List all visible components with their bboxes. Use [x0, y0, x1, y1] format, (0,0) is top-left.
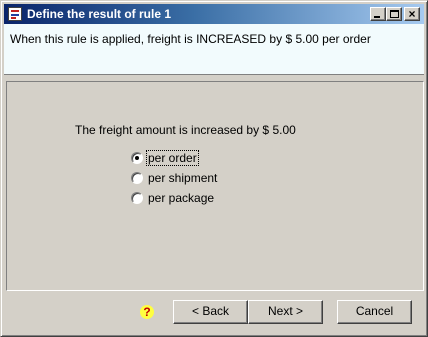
- radio-label[interactable]: per order: [146, 150, 199, 166]
- minimize-icon: [374, 16, 380, 18]
- maximize-icon: [390, 10, 399, 18]
- window-title: Define the result of rule 1: [27, 7, 172, 21]
- options-group: [6, 81, 424, 291]
- back-button[interactable]: < Back: [173, 300, 248, 324]
- radio-selected-dot: [135, 156, 139, 160]
- rule-document-icon: [8, 7, 22, 21]
- minimize-button[interactable]: [370, 7, 386, 21]
- title-bar[interactable]: Define the result of rule 1 ×: [4, 4, 424, 24]
- radio-label[interactable]: per shipment: [148, 171, 217, 185]
- close-button[interactable]: ×: [404, 7, 420, 21]
- close-icon: ×: [408, 7, 416, 21]
- dialog-window: Define the result of rule 1 × When this …: [0, 0, 428, 337]
- radio-button[interactable]: [131, 172, 143, 184]
- amount-label: The freight amount is increased by $ 5.0…: [75, 123, 296, 137]
- next-button[interactable]: Next >: [248, 300, 323, 324]
- rule-summary-panel: When this rule is applied, freight is IN…: [4, 24, 424, 75]
- cancel-button[interactable]: Cancel: [337, 300, 412, 324]
- radio-label[interactable]: per package: [148, 191, 214, 205]
- maximize-button[interactable]: [386, 7, 402, 21]
- radio-button[interactable]: [131, 152, 143, 164]
- radio-button[interactable]: [131, 192, 143, 204]
- help-question-icon[interactable]: ?: [140, 305, 154, 319]
- rule-summary-text: When this rule is applied, freight is IN…: [10, 32, 371, 46]
